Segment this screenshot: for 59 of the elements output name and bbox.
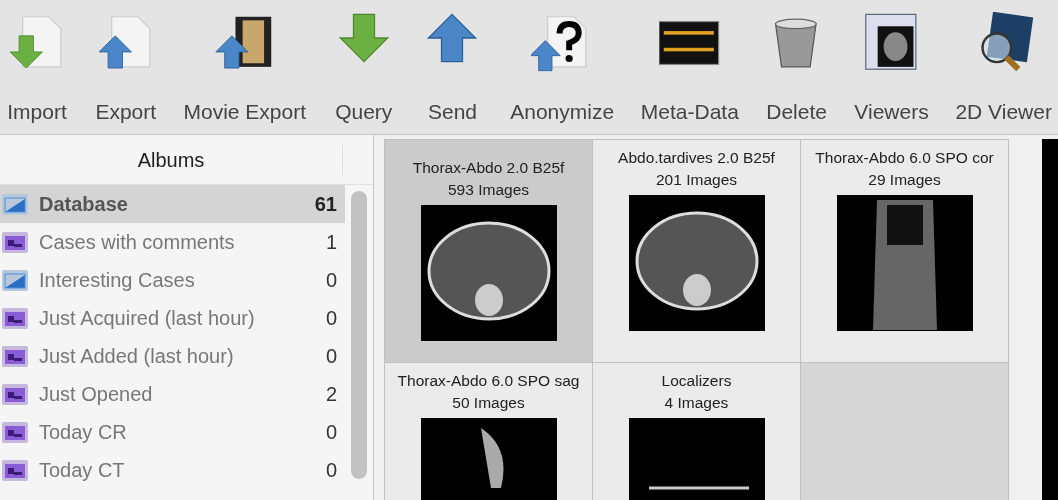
album-row[interactable]: Just Acquired (last hour) 0 <box>0 299 345 337</box>
image-count: 201 Images <box>656 170 737 190</box>
album-row[interactable]: Interesting Cases 0 <box>0 261 345 299</box>
album-name: Just Acquired (last hour) <box>39 306 256 331</box>
toolbar-button[interactable]: Anonymize <box>508 12 617 128</box>
toolbar-button[interactable]: Send <box>419 12 486 128</box>
album-name: Database <box>39 192 129 217</box>
album-row[interactable]: Just Opened 2 <box>0 375 345 413</box>
album-row[interactable]: Database 61 <box>0 185 345 223</box>
album-count: 0 <box>325 344 337 369</box>
series-title: Thorax-Abdo 6.0 SPO cor <box>815 148 994 168</box>
series-title: Thorax-Abdo 6.0 SPO sag <box>397 371 580 391</box>
album-count: 1 <box>325 230 337 255</box>
album-row[interactable]: Today CT 0 <box>0 451 345 489</box>
toolbar-button[interactable]: Import <box>4 12 70 128</box>
album-name: Today CT <box>39 458 126 483</box>
smart-folder-icon <box>1 420 29 444</box>
album-count: 0 <box>325 458 337 483</box>
album-count: 0 <box>325 420 337 445</box>
folder-icon <box>1 268 29 292</box>
albums-header: Albums <box>0 144 343 175</box>
toolbar-button[interactable]: Query <box>330 12 397 128</box>
album-name: Interesting Cases <box>39 268 196 293</box>
image-count: 29 Images <box>868 170 941 190</box>
toolbar-button[interactable]: Export <box>92 12 159 128</box>
smart-folder-icon <box>1 382 29 406</box>
album-row[interactable]: Cases with comments 1 <box>0 223 345 261</box>
toolbar-button[interactable]: Movie Export <box>181 12 308 128</box>
series-title: Thorax-Abdo 2.0 B25f <box>412 158 565 178</box>
album-count: 2 <box>325 382 337 407</box>
image-count: 50 Images <box>452 393 525 413</box>
toolbar-button[interactable]: Delete <box>763 12 830 128</box>
scrollbar-thumb[interactable] <box>351 191 367 479</box>
smart-folder-icon <box>1 344 29 368</box>
album-name: Cases with comments <box>39 230 236 255</box>
folder-icon <box>1 192 29 216</box>
image-count: 593 Images <box>448 180 529 200</box>
album-count: 61 <box>314 192 337 217</box>
series-cell[interactable]: Thorax-Abdo 2.0 B25f 593 Images <box>385 140 592 362</box>
series-title: Abdo.tardives 2.0 B25f <box>618 148 775 168</box>
series-cell[interactable]: Abdo.tardives 2.0 B25f 201 Images <box>593 140 800 362</box>
smart-folder-icon <box>1 306 29 330</box>
series-cell[interactable]: Thorax-Abdo 6.0 SPO sag 50 Images <box>385 363 592 500</box>
album-row[interactable]: Just Added (last hour) 0 <box>0 337 345 375</box>
smart-folder-icon <box>1 230 29 254</box>
album-row[interactable]: Today CR 0 <box>0 413 345 451</box>
toolbar-button[interactable]: 2D Viewer <box>953 12 1054 128</box>
series-cell[interactable]: Thorax-Abdo 6.0 SPO cor 29 Images <box>801 140 1008 362</box>
album-count: 0 <box>325 268 337 293</box>
series-cell[interactable]: Localizers 4 Images <box>593 363 800 500</box>
album-name: Just Added (last hour) <box>39 344 235 369</box>
smart-folder-icon <box>1 458 29 482</box>
toolbar-button[interactable]: Viewers <box>852 12 931 128</box>
series-title: Localizers <box>661 371 732 391</box>
image-count: 4 Images <box>664 393 729 413</box>
album-count: 0 <box>325 306 337 331</box>
album-name: Just Opened <box>39 382 154 407</box>
toolbar-button[interactable]: Meta-Data <box>638 12 741 128</box>
album-name: Today CR <box>39 420 128 445</box>
